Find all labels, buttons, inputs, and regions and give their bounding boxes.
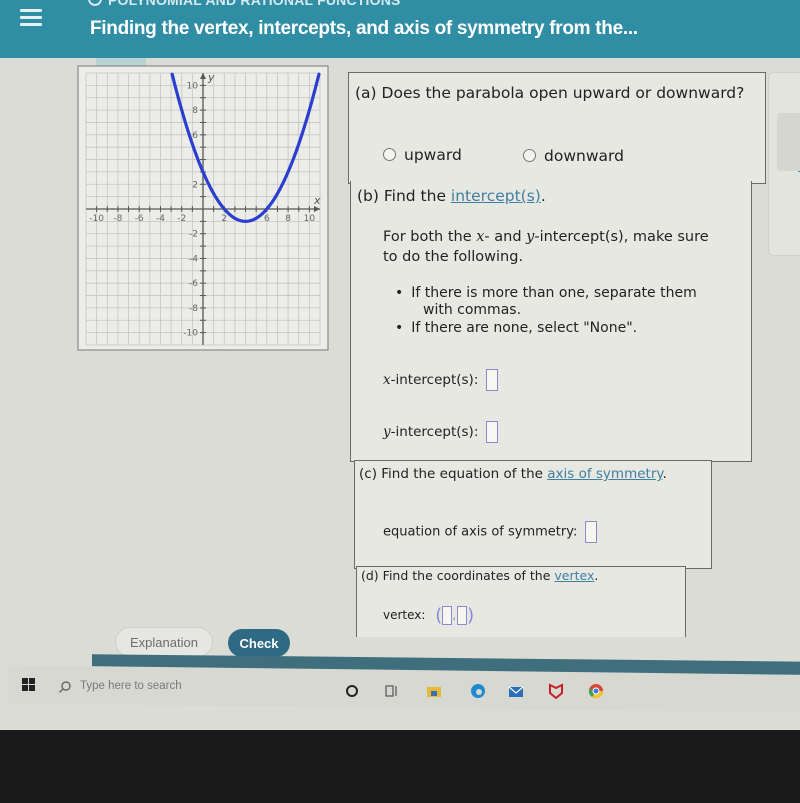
option-upward-label: upward: [404, 146, 462, 164]
instr-text-2: - and: [484, 229, 527, 245]
windows-start-icon[interactable]: [22, 678, 36, 692]
explanation-button[interactable]: Explanation: [115, 627, 213, 657]
vertex-x-input[interactable]: [442, 606, 453, 625]
y-var: y: [383, 424, 391, 440]
x-tick-label: 2: [221, 214, 227, 224]
x-tick-label: 10: [304, 214, 316, 224]
y-tick-label: 2: [192, 180, 198, 190]
x-var: x: [383, 372, 391, 388]
part-d-suffix: .: [594, 568, 599, 583]
instr-text-3: -intercept(s), make sure: [534, 229, 709, 245]
y-axis-label: y: [207, 71, 215, 84]
part-c-heading: (c) Find the equation of the axis of sym…: [359, 466, 667, 482]
bullet-dot: •: [395, 320, 404, 336]
task-view-icon[interactable]: [384, 683, 400, 699]
part-b-heading: (b) Find the intercept(s).: [357, 187, 546, 205]
taskbar-search-input[interactable]: Type here to search: [80, 680, 182, 692]
option-downward[interactable]: downward: [523, 147, 624, 165]
page-title: Finding the vertex, intercepts, and axis…: [90, 18, 638, 39]
x-intercept-label: -intercept(s):: [390, 372, 479, 388]
vertex-y-input[interactable]: [457, 606, 468, 625]
edge-icon[interactable]: [470, 683, 486, 699]
vertex-link[interactable]: vertex: [554, 568, 594, 583]
assignment-header: Polynomial and Rational Functions Findin…: [0, 0, 800, 58]
part-a-question: (a) Does the parabola open upward or dow…: [355, 84, 745, 102]
x-tick-label: 8: [285, 214, 291, 224]
y-tick-label: -10: [183, 329, 198, 339]
y-tick-label: 10: [187, 81, 199, 91]
vertex-label: vertex:: [383, 608, 426, 622]
axis-row: equation of axis of symmetry:: [383, 521, 598, 543]
x-intercept-input[interactable]: [486, 369, 499, 391]
hamburger-menu-icon[interactable]: [20, 6, 42, 28]
y-intercept-row: y-intercept(s):: [383, 421, 499, 443]
part-b-prefix: (b) Find the: [357, 187, 451, 205]
x-tick-label: -2: [177, 214, 186, 224]
topic-text: Polynomial and Rational Functions: [108, 0, 401, 8]
part-a-panel: (a) Does the parabola open upward or dow…: [348, 72, 766, 184]
y-intercept-label: -intercept(s):: [390, 424, 479, 440]
part-c-suffix: .: [662, 466, 667, 482]
part-b-instruction: For both the x- and y-intercept(s), make…: [383, 229, 709, 245]
y-tick-label: -6: [189, 279, 198, 289]
x-axis-label: x: [313, 194, 321, 207]
x-tick-label: -10: [89, 214, 104, 224]
bullet-1-text: If there is more than one, separate them: [411, 285, 697, 301]
vertex-paren-open: (: [435, 605, 443, 626]
x-tick-label: -6: [135, 214, 144, 224]
mcafee-icon[interactable]: [548, 683, 564, 699]
axis-of-symmetry-input[interactable]: [585, 521, 598, 543]
vertex-row: vertex: (,): [383, 605, 474, 626]
y-intercept-input[interactable]: [486, 421, 499, 443]
side-panel-card[interactable]: L: [768, 72, 800, 256]
intercepts-link[interactable]: intercept(s): [451, 187, 541, 205]
part-c-prefix: (c) Find the equation of the: [359, 466, 548, 482]
axis-of-symmetry-link[interactable]: axis of symmetry: [547, 466, 662, 482]
parabola-graph: -10 -8 -6 -4 -2 2 6 8 10 10 8 6 2 -2 -4 -6 -8 -10 x y: [77, 65, 329, 351]
option-downward-label: downward: [544, 147, 624, 165]
part-b-instruction-line2: to do the following.: [383, 249, 524, 265]
instr-text-1: For both the: [383, 229, 477, 245]
vertex-paren-close: ): [467, 605, 475, 626]
y-tick-label: 8: [192, 106, 198, 116]
y-tick-label: 6: [192, 131, 198, 141]
chrome-icon[interactable]: [588, 683, 604, 699]
y-tick-label: -4: [189, 254, 198, 264]
progress-circle-icon: [88, 0, 102, 6]
x-tick-label: -4: [156, 214, 165, 224]
side-panel-block: [777, 113, 800, 171]
x-tick-label: -8: [113, 214, 122, 224]
option-upward[interactable]: upward: [383, 146, 462, 164]
bullet-dot: •: [395, 285, 404, 301]
mail-icon[interactable]: [508, 683, 524, 699]
axis-label: equation of axis of symmetry:: [383, 524, 578, 540]
x-tick-label: 6: [264, 214, 270, 224]
part-d-heading: (d) Find the coordinates of the vertex.: [361, 568, 598, 583]
topic-label: Polynomial and Rational Functions: [88, 0, 401, 8]
browser-viewport: Polynomial and Rational Functions Findin…: [0, 0, 800, 730]
y-tick-label: -8: [189, 304, 198, 314]
part-d-prefix: (d) Find the coordinates of the: [361, 568, 555, 583]
radio-upward[interactable]: [383, 148, 396, 161]
file-explorer-icon[interactable]: [426, 683, 442, 699]
part-b-panel: (b) Find the intercept(s). For both the …: [350, 181, 752, 462]
part-c-panel: (c) Find the equation of the axis of sym…: [354, 460, 712, 569]
bullet-1-cont: with commas.: [423, 302, 522, 318]
x-intercept-row: x-intercept(s):: [383, 369, 499, 391]
radio-downward[interactable]: [523, 149, 536, 162]
part-d-panel: (d) Find the coordinates of the vertex. …: [356, 566, 686, 637]
vertex-comma: ,: [452, 608, 457, 622]
cortana-icon[interactable]: [344, 683, 360, 699]
bullet-1: • If there is more than one, separate the…: [395, 285, 697, 301]
bullet-2: • If there are none, select "None".: [395, 320, 638, 336]
search-icon[interactable]: [58, 680, 72, 694]
check-button[interactable]: Check: [228, 629, 290, 657]
part-b-suffix: .: [540, 187, 546, 205]
bullet-2-text: If there are none, select "None".: [411, 320, 638, 336]
y-tick-label: -2: [189, 230, 198, 240]
